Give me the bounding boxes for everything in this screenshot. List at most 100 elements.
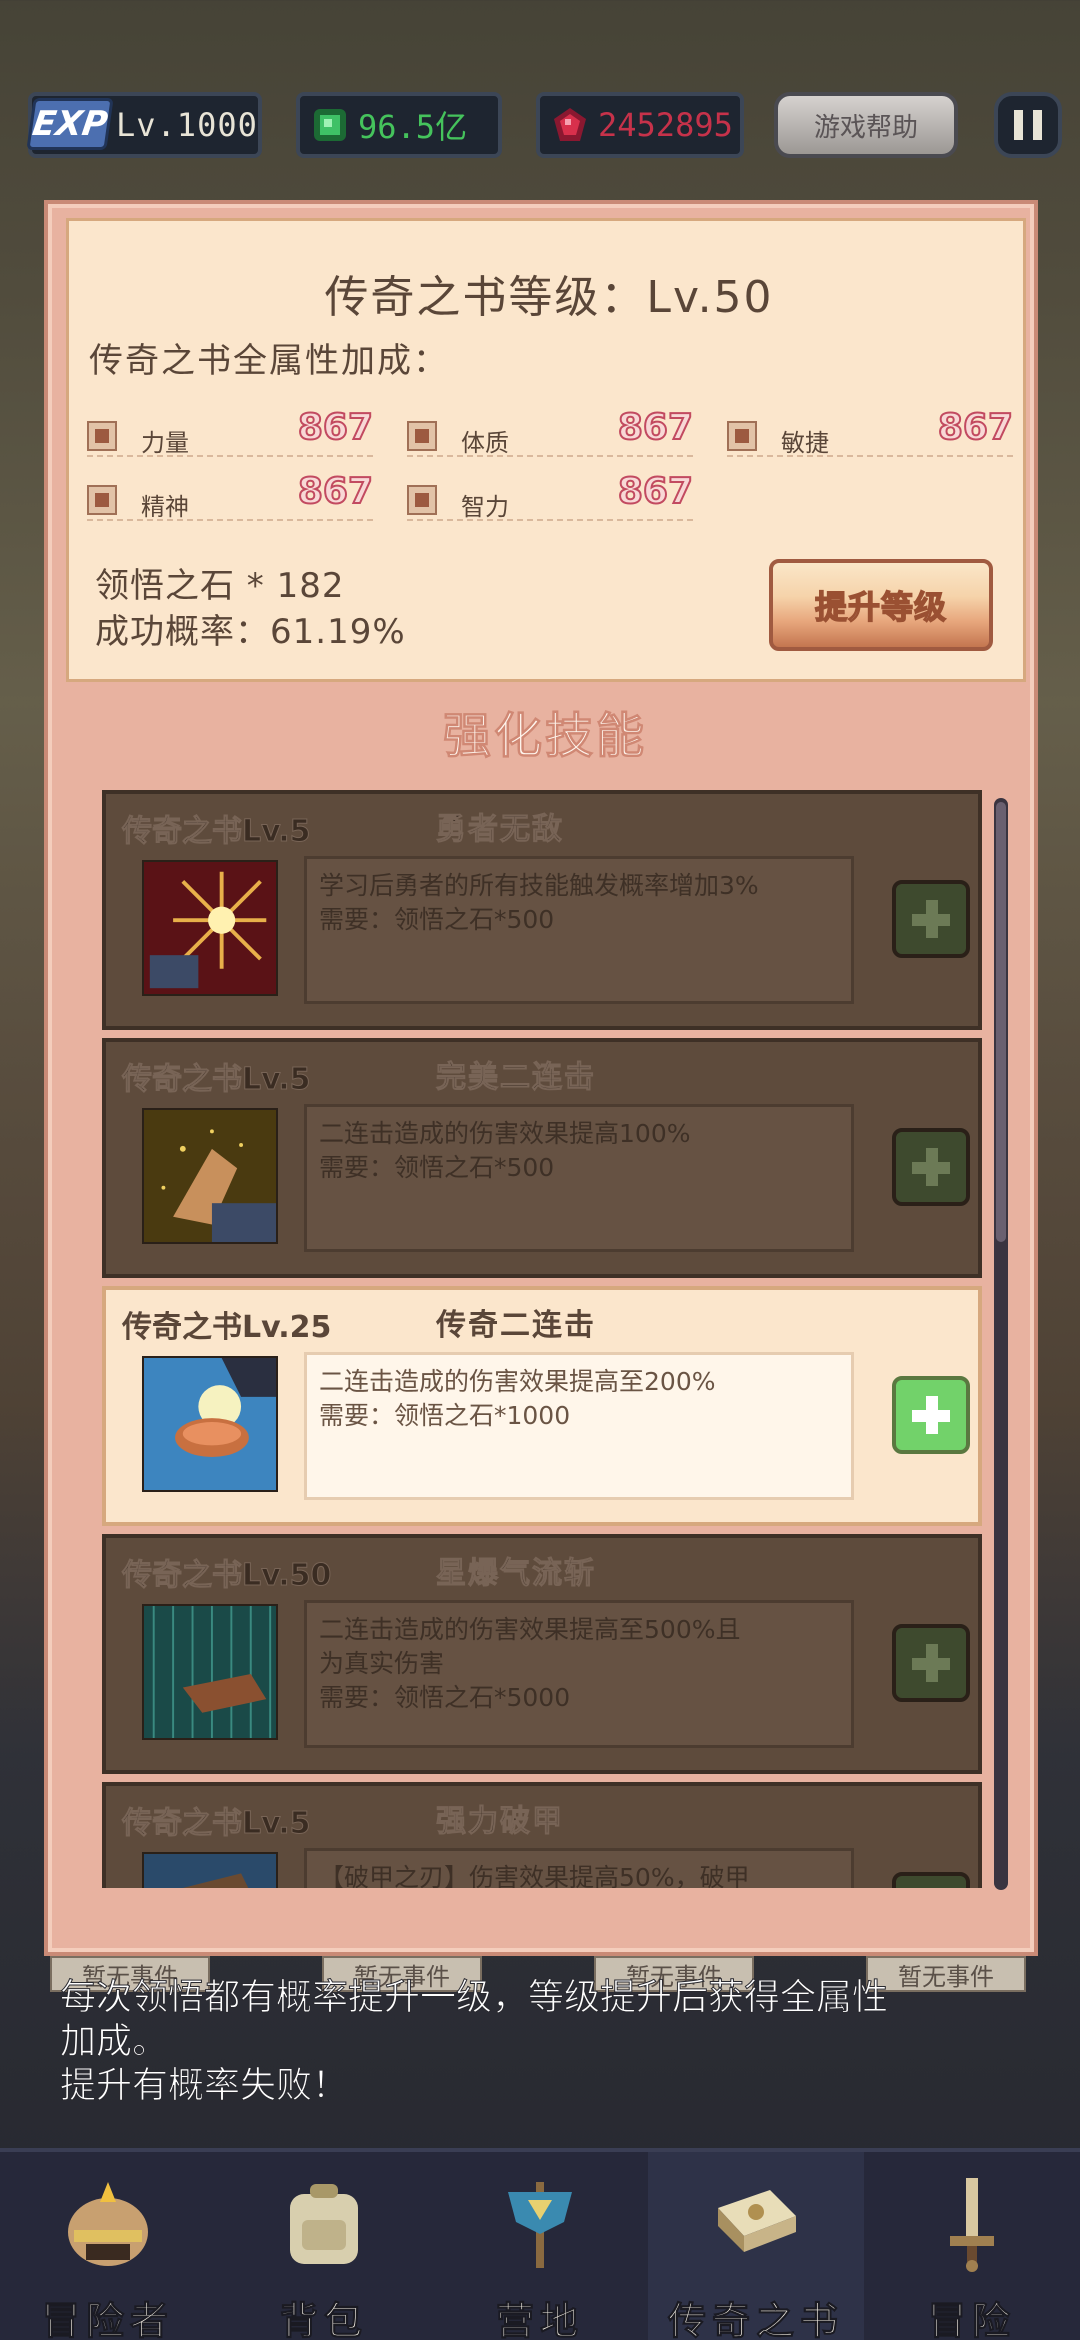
gold-amount: 96.5亿 — [358, 108, 468, 146]
nav-label: 冒险者 — [41, 2299, 174, 2340]
stat-label: 敏捷 — [781, 429, 829, 457]
gem-amount: 2452895 — [598, 106, 733, 144]
skill-name: 星爆气流斩 — [436, 1556, 596, 1592]
learn-skill-button[interactable] — [892, 880, 970, 958]
hint-line: 提升有概率失败！ — [60, 2065, 349, 2107]
palm-strike-icon — [142, 1108, 278, 1244]
skill-desc-line: 【破甲之刃】伤害效果提高50%，破甲 — [319, 1863, 750, 1888]
game-help-button[interactable]: 游戏帮助 — [774, 92, 958, 158]
bottom-navigation: 冒险者 背包 营地 传奇之书 冒险 — [0, 2148, 1080, 2340]
brain-icon — [407, 485, 437, 515]
stat-spirit: 精神 867 — [87, 470, 374, 521]
stat-label: 力量 — [141, 429, 189, 457]
stat-value: 867 — [617, 470, 694, 513]
stat-strength: 力量 867 — [87, 406, 374, 457]
skill-required-level: 传奇之书Lv.25 — [122, 1310, 332, 1345]
skill-required-level: 传奇之书Lv.5 — [122, 1806, 311, 1842]
player-level: Lv.1000 — [116, 106, 258, 144]
enhance-skills-title: 强化技能 — [442, 708, 647, 765]
learn-skill-button[interactable] — [892, 1376, 970, 1454]
stat-label: 智力 — [461, 493, 509, 521]
skill-cost: 需要：领悟之石*5000 — [319, 1683, 571, 1712]
skill-desc-line: 二连击造成的伤害效果提高至200% — [319, 1367, 716, 1396]
scrollbar-thumb[interactable] — [996, 802, 1006, 1242]
pause-button[interactable] — [994, 92, 1062, 158]
nav-label: 传奇之书 — [667, 2299, 844, 2340]
stat-value: 867 — [297, 470, 374, 513]
gem-display: 2452895 — [536, 92, 744, 158]
camp-banner-icon — [508, 2182, 572, 2268]
legend-book-panel: 传奇之书等级：Lv.50 传奇之书全属性加成： 力量 867 体质 867 敏捷… — [44, 200, 1038, 1956]
success-rate: 成功概率：61.19% — [95, 612, 406, 652]
nav-camp[interactable]: 营地 — [432, 2152, 648, 2340]
learn-skill-button[interactable] — [892, 1128, 970, 1206]
strength-icon — [87, 421, 117, 451]
rain-hand-icon — [142, 1604, 278, 1740]
backpack-icon — [290, 2184, 358, 2264]
stat-label: 精神 — [141, 493, 189, 521]
skill-required-level: 传奇之书Lv.50 — [121, 1558, 332, 1594]
nav-label: 营地 — [495, 2299, 584, 2340]
skill-description: 二连击造成的伤害效果提高100% 需要：领悟之石*500 — [304, 1104, 854, 1252]
nav-adventure[interactable]: 冒险 — [864, 2152, 1080, 2340]
book-icon — [718, 2190, 796, 2252]
skill-desc-line: 学习后勇者的所有技能触发概率增加3% — [319, 871, 759, 900]
boot-icon — [727, 421, 757, 451]
stat-intellect: 智力 867 — [407, 470, 694, 521]
stat-value: 867 — [617, 406, 694, 449]
skill-name: 强力破甲 — [436, 1804, 564, 1840]
skill-list[interactable]: 传奇之书Lv.5 勇者无敌 学习后勇者的所有技能触发概率增加3% 需要：领悟之石… — [102, 790, 982, 1888]
heart-icon — [407, 421, 437, 451]
skill-required-level: 传奇之书Lv.5 — [122, 1062, 311, 1098]
stat-constitution: 体质 867 — [407, 406, 694, 457]
skill-required-level: 传奇之书Lv.5 — [122, 814, 311, 850]
skill-description: 二连击造成的伤害效果提高至200% 需要：领悟之石*1000 — [304, 1352, 854, 1500]
upgrade-hint: 每次领悟都有概率提升一级，等级提升后获得全属性 加成。 提升有概率失败！ — [60, 1976, 1020, 2108]
skill-description: 学习后勇者的所有技能触发概率增加3% 需要：领悟之石*500 — [304, 856, 854, 1004]
stat-value: 867 — [937, 406, 1014, 449]
stat-value: 867 — [297, 406, 374, 449]
skill-name: 传奇二连击 — [436, 1308, 596, 1343]
nav-label: 背包 — [279, 2299, 368, 2340]
skill-description: 【破甲之刃】伤害效果提高50%，破甲 — [304, 1848, 854, 1888]
helmet-icon — [68, 2182, 148, 2266]
armor-break-icon — [142, 1852, 278, 1888]
skill-card-starburst-stream: 传奇之书Lv.50 星爆气流斩 二连击造成的伤害效果提高至500%且 为真实伤害… — [102, 1534, 982, 1774]
learn-skill-button[interactable] — [892, 1872, 970, 1888]
burst-icon — [142, 860, 278, 996]
stone-and-rate: 领悟之石 * 182 成功概率：61.19% — [95, 563, 406, 655]
emerald-icon — [314, 109, 346, 141]
learn-skill-button[interactable] — [892, 1624, 970, 1702]
stat-label: 体质 — [461, 429, 509, 457]
upgrade-level-button[interactable]: 提升等级 — [769, 559, 993, 651]
skill-list-scrollbar[interactable] — [994, 798, 1008, 1890]
stone-count: 领悟之石 * 182 — [95, 566, 345, 606]
skill-description: 二连击造成的伤害效果提高至500%且 为真实伤害 需要：领悟之石*5000 — [304, 1600, 854, 1748]
pause-icon-bar — [1033, 110, 1042, 140]
gold-display: 96.5亿 — [296, 92, 502, 158]
skill-desc-line: 二连击造成的伤害效果提高至500%且 — [319, 1615, 741, 1644]
ruby-icon — [554, 108, 586, 141]
skill-card-perfect-double-strike: 传奇之书Lv.5 完美二连击 二连击造成的伤害效果提高100% 需要：领悟之石*… — [102, 1038, 982, 1278]
skill-name: 勇者无敌 — [436, 812, 564, 848]
nav-adventurer[interactable]: 冒险者 — [0, 2152, 216, 2340]
hint-line: 每次领悟都有概率提升一级，等级提升后获得全属性 — [60, 1977, 889, 2019]
stat-agility: 敏捷 867 — [727, 406, 1014, 457]
attribute-bonus-heading: 传奇之书全属性加成： — [89, 341, 449, 381]
nav-label: 冒险 — [927, 2299, 1016, 2340]
skill-card-brave-invincible: 传奇之书Lv.5 勇者无敌 学习后勇者的所有技能触发概率增加3% 需要：领悟之石… — [102, 790, 982, 1030]
book-level-title: 传奇之书等级：Lv.50 — [324, 272, 774, 323]
nav-backpack[interactable]: 背包 — [216, 2152, 432, 2340]
skill-desc-line: 二连击造成的伤害效果提高100% — [319, 1119, 691, 1148]
glowing-fist-icon — [142, 1356, 278, 1492]
nav-legend-book[interactable]: 传奇之书 — [648, 2152, 864, 2340]
skill-desc-line: 为真实伤害 — [319, 1649, 445, 1678]
top-hud: Lv.1000 EXP 96.5亿 2452895 游戏帮助 — [0, 92, 1080, 162]
skill-card-armor-break: 传奇之书Lv.5 强力破甲 【破甲之刃】伤害效果提高50%，破甲 — [102, 1782, 982, 1888]
sword-icon — [950, 2178, 994, 2272]
hint-line: 加成。 — [60, 2021, 169, 2063]
skill-name: 完美二连击 — [436, 1060, 596, 1096]
skill-cost: 需要：领悟之石*1000 — [319, 1401, 571, 1430]
book-info-card: 传奇之书等级：Lv.50 传奇之书全属性加成： 力量 867 体质 867 敏捷… — [66, 218, 1026, 682]
skill-cost: 需要：领悟之石*500 — [319, 1153, 555, 1182]
